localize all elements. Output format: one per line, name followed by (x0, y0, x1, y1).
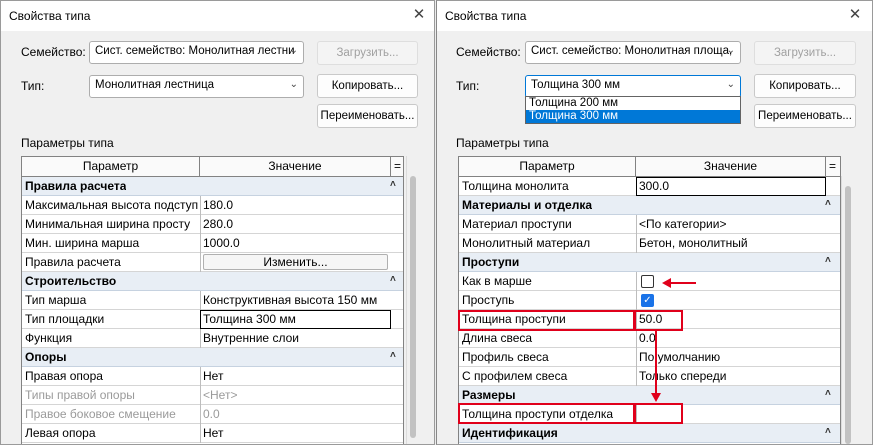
load-button[interactable]: Загрузить... (317, 41, 418, 65)
column-header-parameter[interactable]: Параметр (22, 157, 200, 176)
parameter-row[interactable]: Тип марша Конструктивная высота 150 мм (22, 291, 403, 310)
grid-scrollbar[interactable] (406, 156, 419, 444)
parameter-row[interactable]: Функция Внутренние слои (22, 329, 403, 348)
type-select-value: Монолитная лестница (95, 79, 215, 91)
parameter-row[interactable]: Максимальная высота подступ 180.0 (22, 196, 403, 215)
dialog-title: Свойства типа (9, 9, 91, 23)
edit-rules-button[interactable]: Изменить... (203, 254, 388, 270)
parameter-name: Тип площадки (25, 312, 105, 326)
parameter-name: Правила расчета (25, 255, 121, 269)
family-select[interactable]: Сист. семейство: Монолитная лестни ⌄ (89, 41, 304, 64)
parameter-value[interactable]: 0.0 (200, 405, 391, 424)
parameter-value[interactable]: 180.0 (200, 196, 391, 215)
type-properties-dialog-left: Свойства типа ✕ Семейство: Сист. семейст… (0, 0, 435, 445)
type-parameters-label: Параметры типа (21, 136, 114, 150)
parameter-row[interactable]: Правая опора Нет (22, 367, 403, 386)
group-header-row[interactable]: Правила расчета ˄ (22, 177, 403, 196)
chevron-down-icon: ⌄ (289, 79, 298, 90)
column-header-value[interactable]: Значение (200, 157, 391, 176)
parameter-value[interactable]: Нет (200, 424, 391, 443)
parameter-name: Функция (25, 331, 73, 345)
close-icon[interactable]: ✕ (408, 5, 430, 25)
group-header-label: Строительство (25, 274, 117, 288)
annotation-arrowhead-left (662, 278, 671, 288)
copy-button[interactable]: Копировать... (317, 74, 418, 98)
parameter-name: Максимальная высота подступ (25, 198, 198, 212)
group-header-row[interactable]: Строительство ˄ (22, 272, 403, 291)
parameter-row[interactable]: Правое боковое смещение 0.0 (22, 405, 403, 424)
annotation-arrows (651, 278, 696, 402)
type-properties-dialog-right: Свойства типа ✕ Семейство: Сист. семейст… (436, 0, 873, 445)
column-header-formula[interactable]: = (391, 157, 403, 176)
group-header-label: Опоры (25, 350, 67, 364)
parameter-row[interactable]: Типы правой опоры <Нет> (22, 386, 403, 405)
rename-button[interactable]: Переименовать... (317, 104, 418, 128)
family-label: Семейство: (21, 45, 86, 59)
parameter-name: Левая опора (25, 426, 96, 440)
parameter-value[interactable]: 280.0 (200, 215, 391, 234)
parameter-name: Тип марша (25, 293, 87, 307)
chevron-down-icon: ⌄ (289, 45, 298, 56)
collapse-chevron-icon[interactable]: ˄ (390, 350, 396, 361)
group-header-row[interactable]: Опоры ˄ (22, 348, 403, 367)
type-label: Тип: (21, 79, 45, 93)
scrollbar-thumb[interactable] (410, 176, 416, 438)
parameter-name: Минимальная ширина просту (25, 217, 191, 231)
parameter-row[interactable]: Минимальная ширина просту 280.0 (22, 215, 403, 234)
type-select[interactable]: Монолитная лестница ⌄ (89, 75, 304, 98)
parameter-row[interactable]: Правила расчета Изменить... (22, 253, 403, 272)
title-bar: Свойства типа ✕ (1, 1, 434, 31)
group-header-label: Правила расчета (25, 179, 127, 193)
parameter-name: Типы правой опоры (25, 388, 135, 402)
parameter-value[interactable]: Толщина 300 мм (200, 310, 391, 329)
parameter-row[interactable]: Тип площадки Толщина 300 мм (22, 310, 403, 329)
parameter-name: Правое боковое смещение (25, 407, 176, 421)
family-select-value: Сист. семейство: Монолитная лестни (95, 45, 295, 57)
parameter-name: Правая опора (25, 369, 103, 383)
parameter-value-cell[interactable]: Изменить... (200, 253, 391, 272)
parameter-value[interactable]: 1000.0 (200, 234, 391, 253)
parameter-value[interactable]: Конструктивная высота 150 мм (200, 291, 391, 310)
parameter-name: Мин. ширина марша (25, 236, 140, 250)
grid-header: Параметр Значение = (22, 157, 403, 177)
parameter-value[interactable]: Нет (200, 367, 391, 386)
parameter-row[interactable]: Левая опора Нет (22, 424, 403, 443)
parameter-value[interactable]: <Нет> (200, 386, 391, 405)
parameter-value[interactable]: Внутренние слои (200, 329, 391, 348)
parameter-row[interactable]: Мин. ширина марша 1000.0 (22, 234, 403, 253)
collapse-chevron-icon[interactable]: ˄ (390, 179, 396, 190)
parameters-grid: Параметр Значение = Правила расчета ˄ Макс… (21, 156, 404, 444)
collapse-chevron-icon[interactable]: ˄ (390, 274, 396, 285)
annotation-arrowhead-down (651, 393, 661, 402)
